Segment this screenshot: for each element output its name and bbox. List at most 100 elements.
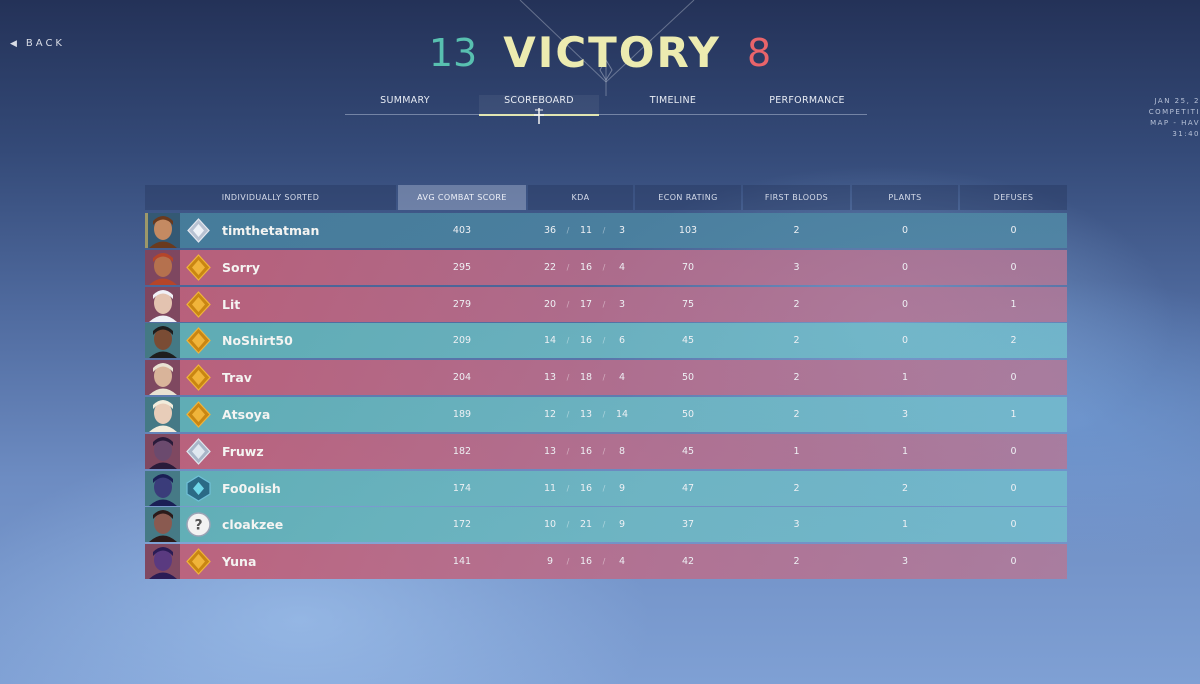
unranked-icon: ? <box>186 512 211 538</box>
table-row[interactable]: Lit 279 20/17/3 75 2 0 1 <box>145 286 1067 322</box>
deaths-value: 16 <box>579 482 593 494</box>
assists-value: 9 <box>618 482 626 494</box>
acs-value: 279 <box>452 298 472 310</box>
econ-value: 45 <box>681 445 695 457</box>
defuses-value: 0 <box>1010 519 1017 531</box>
table-row[interactable]: Trav 204 13 / 18 / 4 50 2 1 0 <box>145 360 1067 396</box>
assists-value: 3 <box>618 298 626 310</box>
plants-value: 0 <box>901 261 909 273</box>
plants-value: 2 <box>901 482 909 494</box>
column-header-player[interactable]: INDIVIDUALLY SORTED <box>145 185 396 210</box>
player-name: NoShirt50 <box>222 333 293 349</box>
match-duration: 31:40 <box>1172 130 1200 138</box>
platinum-rank-icon <box>186 437 211 465</box>
kills-value: 12 <box>543 409 557 420</box>
deaths-value: 16 <box>579 335 593 347</box>
table-row[interactable]: Atsoya 189 12 / 13 / 14 50 2 3 1 <box>145 397 1067 432</box>
kills-value: 13 <box>543 372 557 384</box>
acs-value: 209 <box>452 335 472 347</box>
mouse-cursor-icon <box>534 108 544 124</box>
econ-value: 45 <box>681 335 695 347</box>
column-header-first-bloods[interactable]: FIRST BLOODS <box>743 185 850 210</box>
defuses-value: 0 <box>1010 445 1017 457</box>
column-header-econ[interactable]: ECON RATING <box>635 185 741 210</box>
table-row[interactable]: Sorry 295 22 / 16 / 4 70 3 0 0 <box>145 249 1067 285</box>
assists-value: 14 <box>615 409 629 420</box>
table-row[interactable]: Yuna 141 9 / 16 / 4 42 2 3 0 <box>145 544 1067 580</box>
scoreboard-table: INDIVIDUALLY SORTED AVG COMBAT SCORE KDA… <box>145 185 1067 580</box>
agent-portrait <box>145 433 180 469</box>
tab-performance[interactable]: PERFORMANCE <box>747 95 867 114</box>
first-bloods-value: 2 <box>793 482 800 494</box>
econ-value: 47 <box>681 482 695 494</box>
kda-separator: / <box>602 483 606 493</box>
player-name: Fo0olish <box>222 480 281 496</box>
assists-value: 6 <box>618 335 626 347</box>
kda-separator: / <box>566 483 570 493</box>
kills-value: 20 <box>543 298 557 310</box>
kills-value: 9 <box>546 556 554 568</box>
econ-value: 37 <box>681 519 695 531</box>
tab-timeline[interactable]: TIMELINE <box>613 95 733 114</box>
player-name: Sorry <box>222 259 261 275</box>
kda-value: 20 / 17 / 3 <box>537 287 635 322</box>
table-row[interactable]: NoShirt50 209 14 / 16 / 6 45 2 0 2 <box>145 323 1067 359</box>
deaths-value: 18 <box>579 372 593 384</box>
plants-value: 0 <box>901 225 909 236</box>
diamond-rank-icon <box>187 218 210 243</box>
tab-summary[interactable]: SUMMARY <box>345 95 465 114</box>
first-bloods-value: 3 <box>793 519 800 531</box>
tab-bar: SUMMARY SCOREBOARD TIMELINE PERFORMANCE <box>345 92 867 116</box>
agent-portrait <box>145 286 180 322</box>
column-header-kda[interactable]: KDA <box>528 185 633 210</box>
kills-value: 13 <box>543 445 557 457</box>
deaths-value: 16 <box>579 445 593 457</box>
first-bloods-value: 2 <box>793 409 800 420</box>
plants-value: 3 <box>901 556 909 568</box>
enemy-score: 8 <box>746 30 772 75</box>
kda-value: 10 / 21 / 9 <box>537 507 635 542</box>
kills-value: 10 <box>543 519 557 531</box>
player-name: cloakzee <box>222 517 284 533</box>
kda-separator: / <box>566 226 570 235</box>
column-header-acs[interactable]: AVG COMBAT SCORE <box>398 185 526 210</box>
kills-value: 36 <box>543 225 557 236</box>
kda-value: 22 / 16 / 4 <box>537 250 635 285</box>
column-header-plants[interactable]: PLANTS <box>852 185 958 210</box>
deaths-value: 11 <box>579 225 593 236</box>
defuses-value: 0 <box>1010 225 1017 236</box>
kda-separator: / <box>566 373 570 383</box>
acs-value: 295 <box>452 261 472 273</box>
player-name: Atsoya <box>222 407 271 422</box>
plants-value: 0 <box>901 298 909 310</box>
plants-value: 1 <box>901 372 909 384</box>
kda-value: 9 / 16 / 4 <box>537 544 635 579</box>
kda-separator: / <box>602 336 606 346</box>
assists-value: 4 <box>618 261 626 273</box>
table-row[interactable]: ? cloakzee 172 10/21/9 37 3 1 0 <box>145 507 1067 543</box>
player-name: Lit <box>222 296 241 312</box>
agent-portrait <box>145 213 180 248</box>
player-name: Trav <box>222 370 252 386</box>
acs-value: 174 <box>452 482 472 494</box>
table-row[interactable]: timthetatman 403 36 / 11 / 3 103 2 0 0 <box>145 213 1067 248</box>
kda-separator: / <box>566 336 570 346</box>
deaths-value: 13 <box>579 409 593 420</box>
team-score: 13 <box>428 30 478 75</box>
result-title: VICTORY <box>503 28 721 77</box>
kda-separator: / <box>602 226 606 235</box>
table-row[interactable]: Fruwz 182 13 / 16 / 8 45 1 1 0 <box>145 433 1067 469</box>
econ-value: 50 <box>681 409 695 420</box>
assists-value: 4 <box>618 372 626 384</box>
kda-separator: / <box>602 520 606 530</box>
column-header-defuses[interactable]: DEFUSES <box>960 185 1067 210</box>
econ-value: 50 <box>681 372 695 384</box>
econ-value: 75 <box>681 298 695 310</box>
match-result-header: 13 VICTORY 8 <box>0 28 1200 77</box>
plants-value: 3 <box>901 409 909 420</box>
defuses-value: 1 <box>1010 409 1017 420</box>
match-date: JAN 25, 2 <box>1154 97 1200 105</box>
assists-value: 8 <box>618 445 626 457</box>
table-row[interactable]: Fo0olish 174 11 / 16 / 9 47 2 2 0 <box>145 470 1067 506</box>
kda-value: 13 / 18 / 4 <box>537 360 635 395</box>
